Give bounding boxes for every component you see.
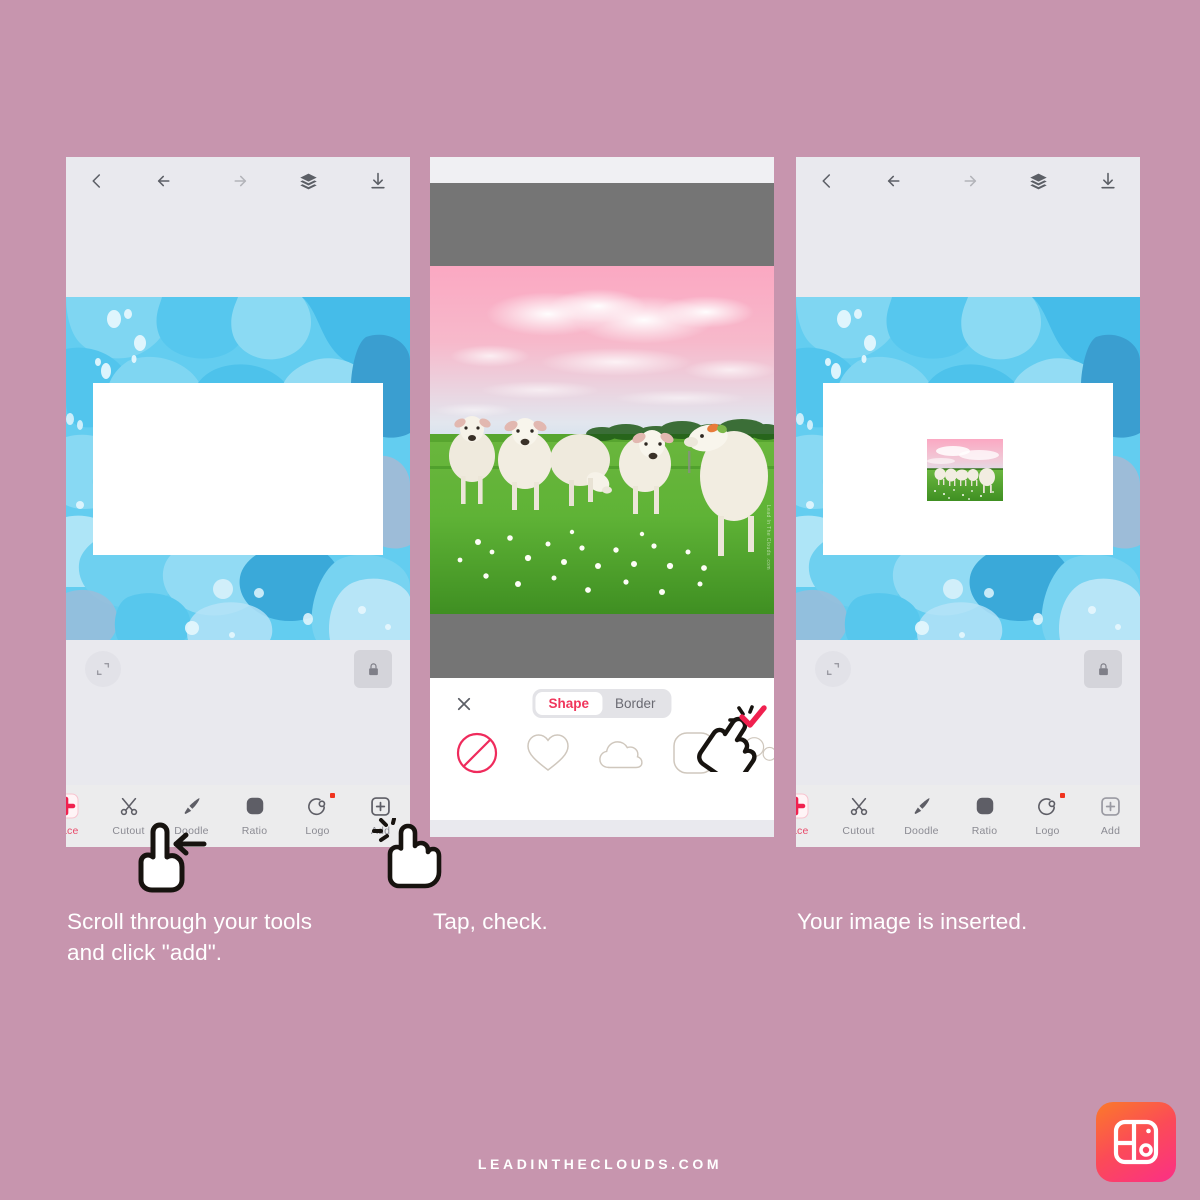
canvas-top-padding: [796, 205, 1140, 297]
collage-canvas-artwork[interactable]: [796, 297, 1140, 640]
tool-cutout[interactable]: Cutout: [827, 791, 890, 837]
editor-tool-rail[interactable]: place Cutout Doodle: [66, 785, 410, 847]
tool-label: Logo: [1035, 825, 1060, 837]
close-x-icon[interactable]: [452, 692, 476, 716]
tool-add[interactable]: Add: [1079, 791, 1140, 837]
tool-logo[interactable]: Logo: [286, 791, 349, 837]
logo-stamp-icon: [286, 791, 349, 821]
undo-arrow-icon[interactable]: [155, 170, 177, 192]
canvas-top-padding: [66, 205, 410, 297]
filled-photo-slot[interactable]: [823, 383, 1113, 555]
tool-label: Ratio: [971, 825, 998, 837]
redo-arrow-icon[interactable]: [227, 170, 249, 192]
tool-label: Cutout: [842, 825, 875, 837]
scissors-icon: [97, 791, 160, 821]
rounded-square-icon: [223, 791, 286, 821]
lock-closed-icon[interactable]: [1084, 650, 1122, 688]
empty-photo-slot[interactable]: [93, 383, 383, 555]
tool-label: Doodle: [904, 825, 939, 837]
sheep-meadow-thumbnail: [927, 439, 1003, 501]
caption-step-3: Your image is inserted.: [797, 909, 1028, 934]
inserted-sheep-thumbnail[interactable]: [927, 439, 1003, 501]
editor-topbar: [796, 157, 1140, 205]
tool-label: Ratio: [241, 825, 268, 837]
resize-expand-icon[interactable]: [815, 651, 851, 687]
scissors-icon: [827, 791, 890, 821]
tool-label: Logo: [305, 825, 330, 837]
tool-ratio[interactable]: Ratio: [223, 791, 286, 837]
layers-icon[interactable]: [1028, 171, 1049, 192]
pointing-hand-scroll-left-icon: [126, 822, 210, 896]
tab-border[interactable]: Border: [602, 692, 669, 715]
tool-label: place: [796, 825, 809, 837]
tutorial-panels: place Cutout Doodle: [0, 157, 1200, 847]
canvas-controls-area: place Cutout Doodle: [66, 640, 410, 847]
photo-backdrop-bottom: [430, 614, 774, 678]
collage-canvas-artwork[interactable]: [66, 297, 410, 640]
no-shape-icon[interactable]: [456, 730, 498, 776]
chevron-left-icon[interactable]: [88, 172, 106, 190]
modal-top-bar: [430, 157, 774, 183]
plus-in-square-icon: [1079, 791, 1140, 821]
redo-arrow-icon[interactable]: [957, 170, 979, 192]
tab-shape[interactable]: Shape: [535, 692, 602, 715]
tool-label: place: [66, 825, 79, 837]
rounded-square-icon: [953, 791, 1016, 821]
paintbrush-icon: [160, 791, 223, 821]
undo-arrow-icon[interactable]: [885, 170, 907, 192]
paintbrush-icon: [890, 791, 953, 821]
tool-logo[interactable]: Logo: [1016, 791, 1079, 837]
tool-label: Add: [1100, 825, 1121, 837]
download-icon[interactable]: [1098, 171, 1118, 191]
tool-replace[interactable]: place: [66, 791, 97, 837]
logo-stamp-icon: [1016, 791, 1079, 821]
plus-in-square-icon: [349, 791, 410, 821]
collage-maker-app-logo[interactable]: [1096, 1102, 1176, 1182]
tool-ratio[interactable]: Ratio: [953, 791, 1016, 837]
tapping-hand-icon: [372, 817, 444, 890]
sheep-photo-preview[interactable]: Lead In The Clouds .com: [430, 266, 774, 614]
chevron-left-icon[interactable]: [818, 172, 836, 190]
caption-step-1: Scroll through your tools and click "add…: [67, 906, 407, 968]
step3-phone-mockup: place Cutout Doodle: [796, 157, 1140, 847]
step1-phone-mockup: place Cutout Doodle: [66, 157, 410, 847]
sheep-meadow-photo: [430, 266, 774, 614]
collage-grid-icon: [1113, 1119, 1159, 1165]
replace-plus-icon: [66, 791, 97, 821]
replace-plus-icon: [796, 791, 827, 821]
editor-tool-rail[interactable]: place Cutout Doodle: [796, 785, 1140, 847]
site-watermark: LEADINTHECLOUDS.COM: [477, 1156, 723, 1172]
resize-expand-icon[interactable]: [85, 651, 121, 687]
new-badge-dot: [330, 793, 335, 798]
layers-icon[interactable]: [298, 171, 319, 192]
lock-closed-icon[interactable]: [354, 650, 392, 688]
caption-line-2: and click "add".: [67, 940, 223, 965]
photo-watermark: Lead In The Clouds .com: [765, 505, 771, 570]
heart-shape-icon[interactable]: [526, 730, 570, 776]
editor-topbar: [66, 157, 410, 205]
cloud-shape-icon[interactable]: [598, 730, 644, 776]
photo-backdrop-top: [430, 183, 774, 266]
new-badge-dot: [1060, 793, 1065, 798]
tool-doodle[interactable]: Doodle: [890, 791, 953, 837]
caption-line-1: Scroll through your tools: [67, 909, 313, 934]
tapping-hand-confirm-icon: [687, 700, 769, 783]
download-icon[interactable]: [368, 171, 388, 191]
canvas-controls-area: place Cutout Doodle: [796, 640, 1140, 847]
caption-step-2: Tap, check.: [433, 909, 548, 934]
tool-replace[interactable]: place: [796, 791, 827, 837]
shape-border-segmented-control[interactable]: Shape Border: [532, 689, 672, 718]
